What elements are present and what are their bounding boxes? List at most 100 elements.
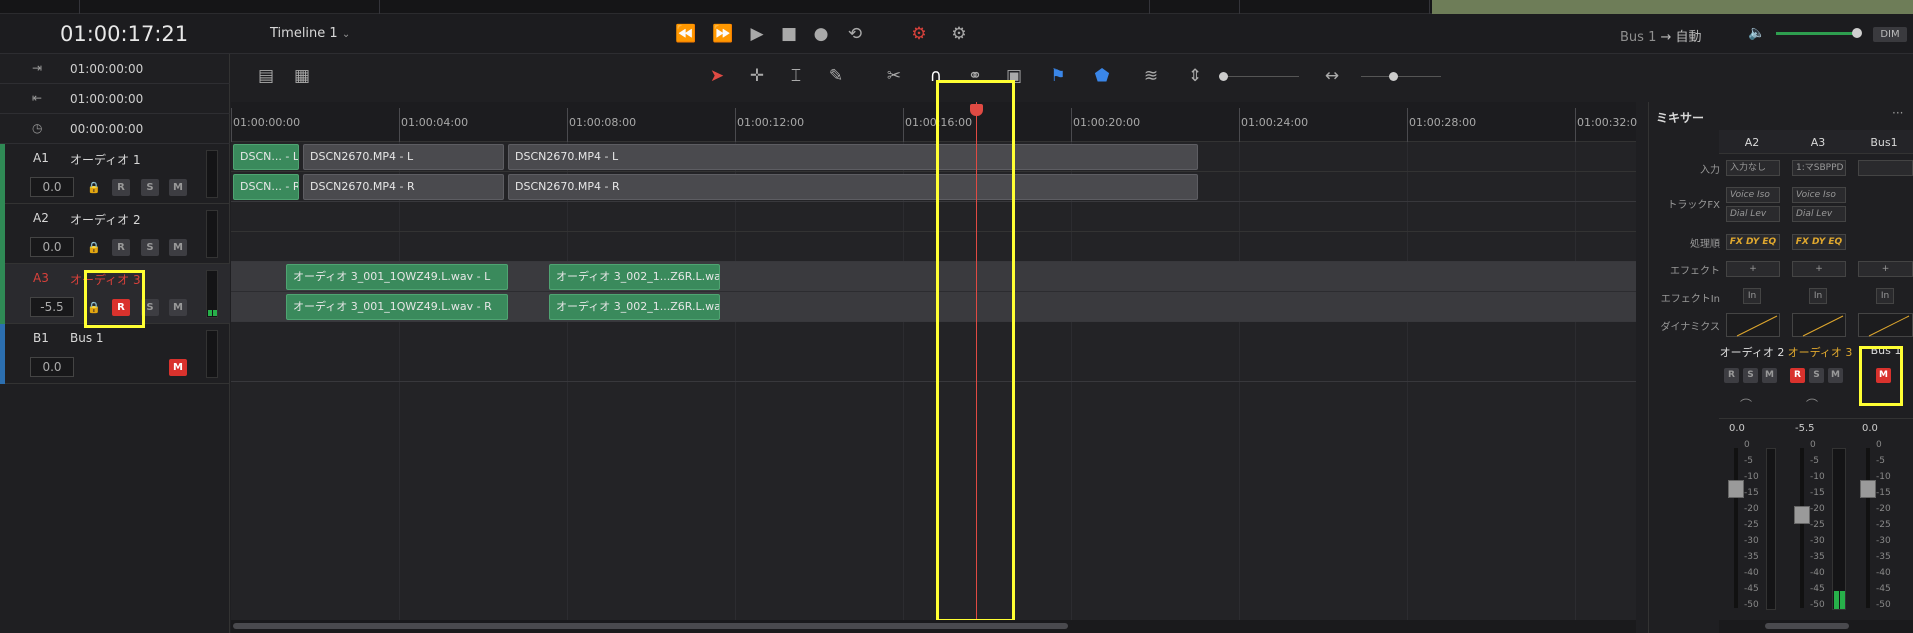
stop-icon[interactable]: ■	[777, 24, 801, 44]
clip[interactable]: オーディオ 3_001_1QWZ49.L.wav - R	[286, 294, 508, 320]
effect-in-button[interactable]: In	[1876, 288, 1894, 304]
record-arm-button[interactable]: R	[1724, 368, 1739, 383]
mute-button[interactable]: M	[169, 299, 187, 316]
trackfx-slot[interactable]: Voice Iso	[1726, 187, 1780, 203]
dynamics-graph[interactable]	[1792, 313, 1846, 337]
trim-tool-icon[interactable]: ⌶	[785, 66, 807, 86]
speaker-icon[interactable]: 🔈	[1748, 25, 1765, 41]
effect-in-button[interactable]: In	[1809, 288, 1827, 304]
record-arm-button[interactable]: R	[112, 239, 130, 256]
fader-knob[interactable]	[1728, 480, 1744, 498]
loop-icon[interactable]: ⟲	[843, 24, 867, 44]
effect-in-button[interactable]: In	[1743, 288, 1761, 304]
dim-button[interactable]: DIM	[1873, 27, 1907, 42]
track-volume[interactable]: -5.5	[30, 297, 74, 317]
clip[interactable]: DSCN2670.MP4 - R	[508, 174, 1198, 200]
record-arm-button[interactable]: R	[1790, 368, 1805, 383]
vertical-zoom-icon[interactable]: ⇕	[1184, 66, 1206, 86]
waveform-zoom-icon[interactable]: ≋	[1140, 66, 1162, 86]
solo-button[interactable]: S	[141, 179, 159, 196]
clip[interactable]: オーディオ 3_002_1...Z6R.L.wav - L	[549, 264, 720, 290]
track-volume[interactable]: 0.0	[30, 237, 74, 257]
pan-icon[interactable]: ⌒	[1806, 396, 1818, 413]
clip[interactable]: DSCN2670.MP4 - L	[508, 144, 1198, 170]
clip[interactable]: オーディオ 3_001_1QWZ49.L.wav - L	[286, 264, 508, 290]
pencil-icon[interactable]: ✎	[825, 66, 847, 86]
scrollbar-thumb[interactable]	[233, 623, 1068, 629]
clip[interactable]: DSCN2670.MP4 - L	[303, 144, 504, 170]
solo-button[interactable]: S	[141, 239, 159, 256]
timeline-ruler[interactable]: 01:00:00:00 01:00:04:00 01:00:08:00 01:0…	[231, 102, 1637, 142]
lock-icon[interactable]: 🔒	[87, 181, 101, 194]
fader-track[interactable]	[1800, 448, 1804, 608]
add-effect-button[interactable]: +	[1858, 261, 1913, 277]
range-tool-icon[interactable]: ✛	[746, 66, 768, 86]
input-select[interactable]: 1:マSBPPD	[1792, 160, 1846, 176]
track-header-a1[interactable]: A1 オーディオ 1 0.0 🔒 R S M	[0, 144, 230, 204]
lock-icon[interactable]: 🔒	[87, 241, 101, 254]
bus-route[interactable]: Bus 1 → 自動	[1620, 26, 1702, 45]
fader-track[interactable]	[1734, 448, 1738, 608]
processing-order[interactable]: FX DY EQ	[1792, 234, 1846, 250]
processing-order[interactable]: FX DY EQ	[1726, 234, 1780, 250]
automation-icon[interactable]: ⚙	[907, 24, 931, 44]
pan-icon[interactable]: ⌒	[1740, 396, 1752, 413]
mute-button[interactable]: M	[169, 359, 187, 376]
grid-view-icon[interactable]: ▦	[291, 66, 313, 86]
add-effect-button[interactable]: +	[1792, 261, 1846, 277]
clip[interactable]: オーディオ 3_002_1...Z6R.L.wav - R	[549, 294, 720, 320]
record-arm-button[interactable]: R	[112, 179, 130, 196]
timeline-selector[interactable]: Timeline 1 ⌄	[270, 26, 350, 41]
track-name[interactable]: オーディオ 2	[70, 211, 141, 228]
track-header-b1[interactable]: B1 Bus 1 0.0 M	[0, 324, 230, 384]
track-name[interactable]: Bus 1	[70, 331, 104, 345]
input-select[interactable]: 入力なし	[1726, 160, 1780, 176]
mute-button[interactable]: M	[1762, 368, 1777, 383]
horizontal-zoom-icon[interactable]: ↔	[1321, 66, 1343, 86]
timeline-tracks[interactable]: DSCN... - L DSCN2670.MP4 - L DSCN2670.MP…	[231, 142, 1636, 620]
solo-button[interactable]: S	[1743, 368, 1758, 383]
scissors-icon[interactable]: ✂	[883, 66, 905, 86]
record-icon[interactable]: ●	[809, 24, 833, 44]
trackfx-slot[interactable]: Dial Lev	[1726, 206, 1780, 222]
input-select[interactable]	[1858, 160, 1913, 176]
vertical-zoom-knob[interactable]	[1219, 72, 1228, 81]
trackfx-slot[interactable]: Voice Iso	[1792, 187, 1846, 203]
duration-row: ◷ 00:00:00:00	[0, 114, 230, 144]
rewind-icon[interactable]: ⏪	[674, 24, 698, 44]
horizontal-zoom-knob[interactable]	[1389, 72, 1398, 81]
clip[interactable]: DSCN2670.MP4 - R	[303, 174, 504, 200]
more-options-icon[interactable]: ···	[1892, 106, 1903, 120]
track-volume[interactable]: 0.0	[30, 357, 74, 377]
track-volume[interactable]: 0.0	[30, 177, 74, 197]
lane-a2[interactable]	[231, 202, 1636, 262]
solo-button[interactable]: S	[1809, 368, 1824, 383]
automation-settings-icon[interactable]: ⚙	[947, 24, 971, 44]
mute-button[interactable]: M	[169, 179, 187, 196]
clip[interactable]: DSCN... - L	[233, 144, 299, 170]
clip[interactable]: DSCN... - R	[233, 174, 299, 200]
mixer-scrollbar-thumb[interactable]	[1765, 623, 1849, 629]
play-icon[interactable]: ▶	[745, 24, 769, 44]
mute-button[interactable]: M	[169, 239, 187, 256]
add-effect-button[interactable]: +	[1726, 261, 1780, 277]
marker-icon[interactable]: ⬟	[1091, 66, 1113, 86]
fast-forward-icon[interactable]: ⏩	[711, 24, 735, 44]
selection-tool-icon[interactable]: ➤	[706, 66, 728, 86]
track-view-icon[interactable]: ▤	[255, 66, 277, 86]
lane-b1[interactable]	[231, 322, 1636, 382]
horizontal-zoom-slider[interactable]	[1361, 76, 1441, 77]
vertical-zoom-slider[interactable]	[1219, 76, 1299, 77]
monitor-volume-slider[interactable]	[1776, 32, 1858, 35]
flag-icon[interactable]: ⚑	[1047, 66, 1069, 86]
track-header-a2[interactable]: A2 オーディオ 2 0.0 🔒 R S M	[0, 204, 230, 264]
track-name[interactable]: オーディオ 1	[70, 151, 141, 168]
mute-button[interactable]: M	[1828, 368, 1843, 383]
trackfx-slot[interactable]: Dial Lev	[1792, 206, 1846, 222]
monitor-volume-knob[interactable]	[1852, 28, 1862, 38]
dynamics-graph[interactable]	[1858, 313, 1913, 337]
fader-knob[interactable]	[1860, 480, 1876, 498]
fader-knob[interactable]	[1794, 506, 1810, 524]
fader-track[interactable]	[1866, 448, 1870, 608]
dynamics-graph[interactable]	[1726, 313, 1780, 337]
